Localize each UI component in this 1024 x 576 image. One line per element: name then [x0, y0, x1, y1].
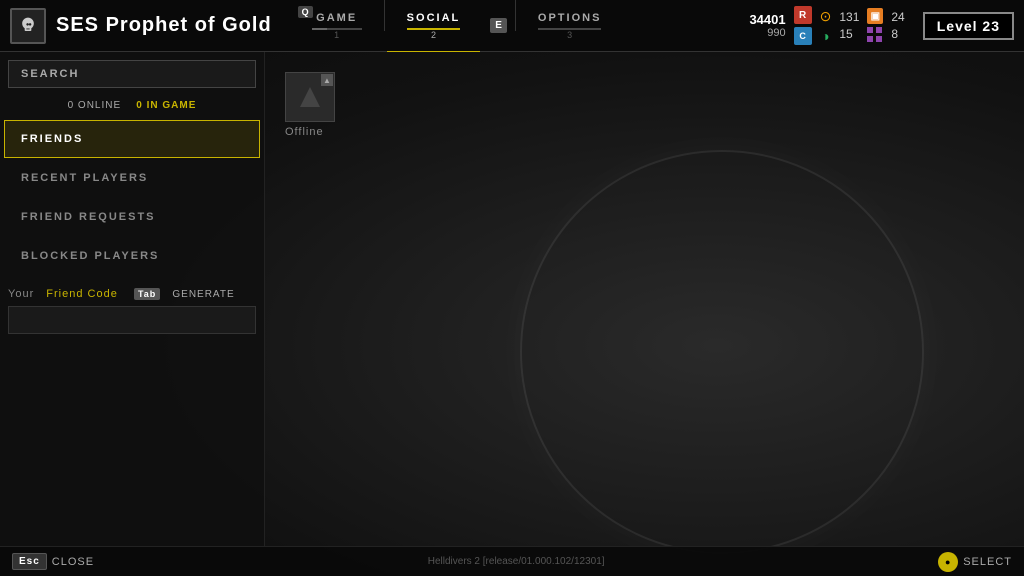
- menu-item-friends[interactable]: FRIENDS: [4, 120, 260, 158]
- friend-code-input[interactable]: [8, 306, 256, 334]
- right-panel: ▲ Offline: [265, 52, 1024, 546]
- main-content: SEARCH 0 ONLINE 0 IN GAME FRIENDS RECENT…: [0, 52, 1024, 546]
- top-stats: 34401 990 R C ⊙ ◑ 131 15 ▣: [749, 6, 1014, 45]
- avatar-placeholder: [300, 87, 320, 107]
- close-button[interactable]: Esc CLOSE: [12, 553, 94, 570]
- tab-divider-2: [515, 0, 516, 31]
- select-label: SELECT: [963, 556, 1012, 568]
- tab-social-label: SOCIAL: [407, 12, 461, 24]
- tab-game-label: GAME: [316, 12, 357, 24]
- req-main-val: 34401: [749, 12, 785, 27]
- stat-vals-2: 24 8: [891, 10, 904, 41]
- tab-divider-1: [384, 0, 385, 31]
- left-panel: SEARCH 0 ONLINE 0 IN GAME FRIENDS RECENT…: [0, 52, 265, 546]
- req-stat: 34401 990: [749, 12, 785, 39]
- close-label: CLOSE: [52, 556, 94, 568]
- top-bar: SES Prophet of Gold Q GAME 1 SOCIAL: [0, 0, 1024, 52]
- req-icons: R C: [794, 6, 812, 45]
- medal-icon: ⊙: [820, 8, 832, 25]
- tab-game[interactable]: Q GAME 1: [292, 0, 382, 51]
- val1: 131: [839, 10, 859, 24]
- e-key-area: E: [480, 0, 513, 51]
- tab-game-key: Q: [298, 6, 313, 18]
- player-icon: [10, 8, 46, 44]
- orange-sq-icon: ▣: [867, 8, 883, 24]
- tab-options-label: OPTIONS: [538, 12, 602, 24]
- menu-item-friend-requests[interactable]: FRIEND REQUESTS: [4, 198, 260, 236]
- purple-grid-icon: [867, 27, 883, 43]
- avatar-box: ▲: [285, 72, 335, 122]
- bottom-bar: Esc CLOSE Helldivers 2 [release/01.000.1…: [0, 546, 1024, 576]
- c-icon: C: [794, 27, 812, 45]
- select-icon: ●: [938, 552, 958, 572]
- select-button[interactable]: ● SELECT: [938, 552, 1012, 572]
- val3: 24: [891, 10, 904, 24]
- friend-code-yellow: Friend Code: [46, 288, 118, 300]
- tab-options-number: 3: [567, 30, 572, 40]
- skull-icon: [18, 16, 38, 36]
- tab-social[interactable]: SOCIAL 2: [387, 0, 481, 51]
- avatar-indicator: ▲: [321, 74, 333, 86]
- tab-game-number: 1: [334, 30, 339, 40]
- other-icons: ⊙ ◑: [820, 8, 832, 44]
- friend-code-label: Your Friend Code Tab GENERATE: [8, 288, 256, 300]
- tab-social-number: 2: [431, 30, 436, 40]
- val2: 15: [839, 27, 859, 41]
- tab-options[interactable]: OPTIONS 3: [518, 0, 622, 51]
- nav-tabs: Q GAME 1 SOCIAL 2: [292, 0, 750, 51]
- friend-status: Offline: [285, 126, 335, 138]
- val4: 8: [891, 27, 904, 41]
- e-key: E: [490, 18, 507, 33]
- level-badge: Level 23: [923, 12, 1014, 40]
- online-status: 0 ONLINE 0 IN GAME: [0, 96, 264, 119]
- friend-code-section: Your Friend Code Tab GENERATE: [0, 276, 264, 340]
- more-icons: ▣: [867, 8, 883, 43]
- friend-entry[interactable]: ▲ Offline: [285, 72, 335, 138]
- green-icon: ◑: [821, 28, 829, 44]
- req-sub-val: 990: [767, 27, 785, 39]
- stat-vals: 131 15: [839, 10, 859, 41]
- menu-item-recent-players[interactable]: RECENT PLAYERS: [4, 159, 260, 197]
- ingame-count: 0 IN GAME: [136, 100, 196, 111]
- r-icon: R: [794, 6, 812, 24]
- player-name: SES Prophet of Gold: [56, 14, 272, 37]
- version-text: Helldivers 2 [release/01.000.102/12301]: [428, 556, 605, 567]
- generate-label: GENERATE: [172, 289, 234, 300]
- esc-key: Esc: [12, 553, 47, 570]
- online-count: 0 ONLINE: [68, 100, 122, 111]
- search-bar[interactable]: SEARCH: [8, 60, 256, 88]
- menu-item-blocked-players[interactable]: BLOCKED PLAYERS: [4, 237, 260, 275]
- tab-key-badge: Tab: [134, 288, 160, 300]
